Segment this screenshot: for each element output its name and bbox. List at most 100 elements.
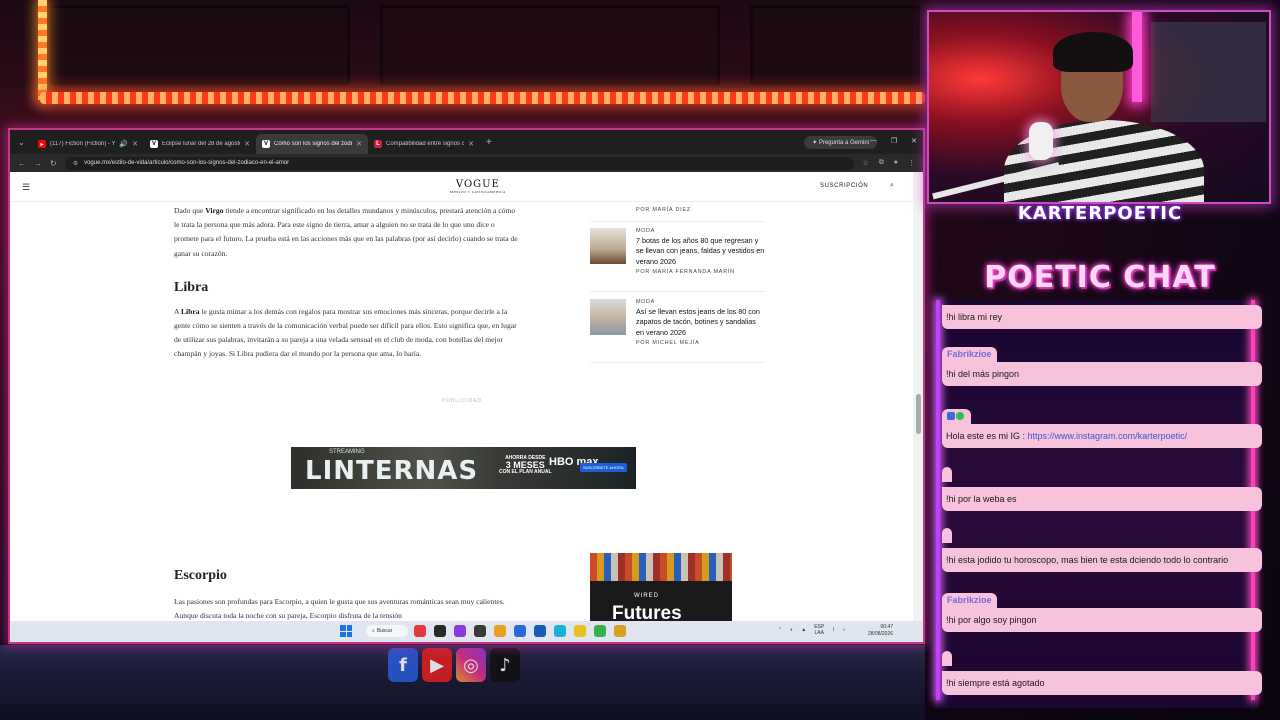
chat-message: Fabrikzioe !hi del más pingon xyxy=(942,344,1262,386)
tray-icon[interactable]: ▲ xyxy=(801,627,806,633)
ad-subscribe-button[interactable]: SUSCRÍBETE AHORA xyxy=(580,463,627,472)
chrome-icon[interactable] xyxy=(614,625,626,637)
url-field[interactable]: ⚙ vogue.mx/estilo-de-vida/articulo/como-… xyxy=(64,156,855,170)
site-info-icon[interactable]: ⚙ xyxy=(73,160,78,167)
web-page: ☰ VOGUE MÉXICO Y LATINOAMÉRICA SUSCRIPCI… xyxy=(10,172,915,621)
close-tab-icon[interactable]: ✕ xyxy=(468,140,474,148)
chat-username xyxy=(942,651,952,666)
tab-signos-zodiaco[interactable]: V Cómo son los signos del zodiac ✕ xyxy=(256,134,368,154)
article-title[interactable]: Así se llevan estos jeans de los 80 con … xyxy=(636,307,765,338)
tab-title: (117) Fiction (Fiction) - YouT xyxy=(50,141,115,147)
profile-icon[interactable]: ● xyxy=(894,159,898,167)
chat-username xyxy=(942,409,971,424)
speaker-icon[interactable]: 🔊 xyxy=(119,140,128,148)
chrome-icon[interactable] xyxy=(494,625,506,637)
close-tab-icon[interactable]: ✕ xyxy=(132,140,138,148)
close-tab-icon[interactable]: ✕ xyxy=(356,140,362,148)
bookmark-star-icon[interactable]: ☆ xyxy=(862,159,868,167)
libra-bold[interactable]: Libra xyxy=(181,307,200,316)
menu-icon[interactable]: ⋮ xyxy=(908,159,915,167)
facebook-icon: f xyxy=(388,648,418,682)
restore-icon[interactable]: ❐ xyxy=(891,137,897,145)
forward-icon[interactable]: → xyxy=(34,159,42,168)
app-icon[interactable] xyxy=(514,625,526,637)
vogue-logo-sub: MÉXICO Y LATINOAMÉRICA xyxy=(450,190,506,194)
streamer-name: KARTERPOETIC xyxy=(1017,203,1183,224)
sidebar-article[interactable]: MODA Así se llevan estos jeans de los 80… xyxy=(590,299,765,346)
gemini-button[interactable]: ✦ Pregunta a Gemini xyxy=(804,136,877,149)
article-category[interactable]: MODA xyxy=(636,228,765,234)
divider xyxy=(590,362,765,363)
wall-frame xyxy=(380,5,720,85)
reload-icon[interactable]: ↻ xyxy=(50,159,57,168)
virgo-paragraph: Dado que Virgo tiende a encontrar signif… xyxy=(174,206,518,258)
scrollbar[interactable] xyxy=(913,172,923,621)
webcam-shelf xyxy=(1151,22,1266,122)
article-byline: POR MARÍA FERNANDA MARÍN xyxy=(636,269,735,276)
article-thumbnail[interactable] xyxy=(590,228,626,264)
lang2: LAA xyxy=(814,630,824,636)
social-icons: f ▶ ◎ ♪ xyxy=(388,648,520,682)
minimize-icon[interactable]: — xyxy=(870,137,877,145)
chat-neon-left xyxy=(936,300,940,700)
wifi-icon[interactable]: ⌇ xyxy=(832,627,834,633)
sidebar-article[interactable]: MODA 7 botas de los años 80 que regresan… xyxy=(590,228,765,275)
wired-futures-promo[interactable]: WIRED Futures xyxy=(590,553,732,621)
chat-message: !hi esta jodido tu horoscopo, mas bien t… xyxy=(942,528,1262,572)
search-icon[interactable]: ⌕ xyxy=(890,182,894,190)
address-bar: ← → ↻ ⚙ vogue.mx/estilo-de-vida/articulo… xyxy=(10,154,923,172)
chat-message-text: !hi libra mi rey xyxy=(942,305,1262,329)
ad-offer-big: 3 MESES xyxy=(505,460,545,470)
window-controls: — ❐ ✕ xyxy=(870,137,917,145)
moderator-badge-icon xyxy=(947,412,955,420)
scroll-thumb[interactable] xyxy=(916,394,921,434)
tray-icon[interactable]: ◐ xyxy=(790,627,793,633)
article-category[interactable]: MODA xyxy=(636,299,765,305)
led-strip xyxy=(40,92,925,104)
subscribe-link[interactable]: SUSCRIPCIÓN xyxy=(820,183,868,189)
vogue-logo[interactable]: VOGUE MÉXICO Y LATINOAMÉRICA xyxy=(450,179,506,194)
back-icon[interactable]: ← xyxy=(18,159,26,168)
chevron-up-icon[interactable]: ⌃ xyxy=(778,627,782,633)
chat-message: !hi siempre está agotado xyxy=(942,651,1262,695)
volume-icon[interactable]: ♪ xyxy=(843,627,846,633)
site-favicon-icon: L xyxy=(374,140,382,148)
tab-compatibilidad[interactable]: L Compatibilidad entre signos del ✕ xyxy=(368,134,480,154)
tab-bar: ⌄ ▸ (117) Fiction (Fiction) - YouT 🔊 ✕ V… xyxy=(10,130,923,154)
clock-date: 28/08/2026 xyxy=(868,631,894,637)
app-icon[interactable] xyxy=(434,625,446,637)
chat-message-text: !hi esta jodido tu horoscopo, mas bien t… xyxy=(942,548,1262,572)
app-icon[interactable] xyxy=(454,625,466,637)
new-tab-button[interactable]: + xyxy=(486,137,492,148)
chat-message: !hi por la weba es xyxy=(942,467,1262,511)
tab-youtube[interactable]: ▸ (117) Fiction (Fiction) - YouT 🔊 ✕ xyxy=(32,134,144,154)
app-icon[interactable] xyxy=(594,625,606,637)
hamburger-menu-icon[interactable]: ☰ xyxy=(22,182,30,193)
article-thumbnail[interactable] xyxy=(590,299,626,335)
taskbar-clock[interactable]: 00:47 28/08/2026 xyxy=(868,624,893,638)
chat-username-text: Fabrikzioe xyxy=(947,595,992,605)
taskbar-search-label: Buscar xyxy=(376,628,393,634)
webcam-neon-light xyxy=(1132,12,1142,102)
tab-eclipse[interactable]: V Eclipse lunar del 28 de agosto de ✕ xyxy=(144,134,256,154)
start-menu-icon[interactable] xyxy=(340,625,352,637)
microphone xyxy=(1029,122,1053,160)
article-title[interactable]: 7 botas de los años 80 que regresan y se… xyxy=(636,236,765,267)
wall-frame xyxy=(50,5,350,85)
chat-title: POETIC CHAT xyxy=(984,260,1216,295)
app-icon[interactable] xyxy=(534,625,546,637)
ad-title: LINTERNAS xyxy=(305,456,479,486)
file-explorer-icon[interactable] xyxy=(574,625,586,637)
extensions-icon[interactable]: ⧉ xyxy=(879,159,884,167)
language-indicator[interactable]: ESP LAA xyxy=(814,624,824,636)
close-tab-icon[interactable]: ✕ xyxy=(244,140,250,148)
app-icon[interactable] xyxy=(474,625,486,637)
windows-taskbar: ⌕ Buscar ⌃ ◐ ▲ ESP LAA ⌇ ♪ 00:47 28/08/20… xyxy=(10,621,923,642)
hbo-ad-banner[interactable]: STREAMING LINTERNAS AHORRA DESDE 3 MESES… xyxy=(291,447,636,489)
app-icon[interactable] xyxy=(414,625,426,637)
edge-icon[interactable] xyxy=(554,625,566,637)
tab-search-icon[interactable]: ⌄ xyxy=(18,138,32,147)
instagram-link[interactable]: https://www.instagram.com/karterpoetic/ xyxy=(1028,431,1188,441)
close-window-icon[interactable]: ✕ xyxy=(911,137,917,145)
taskbar-search[interactable]: ⌕ Buscar xyxy=(366,625,408,637)
